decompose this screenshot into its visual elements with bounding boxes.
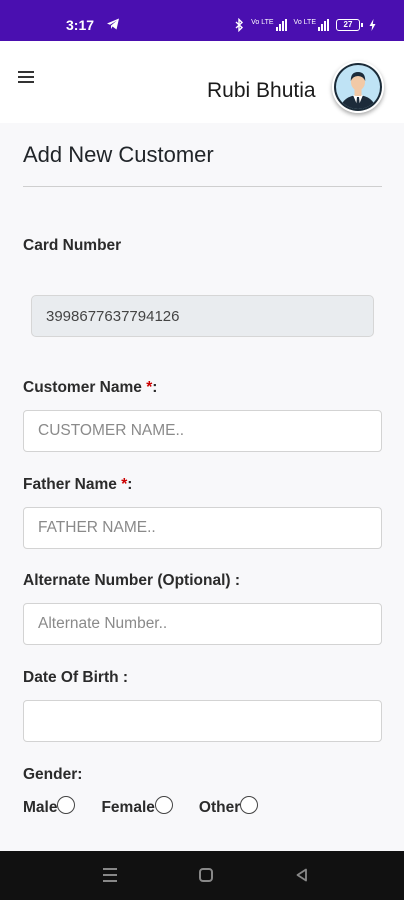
user-name: Rubi Bhutia <box>207 79 316 102</box>
label-colon: : <box>152 379 158 396</box>
back-icon[interactable] <box>295 868 309 882</box>
status-time: 3:17 <box>66 17 95 33</box>
label-colon: : <box>127 476 133 493</box>
recent-apps-icon[interactable] <box>103 868 117 882</box>
app-header: Rubi Bhutia <box>0 41 404 123</box>
status-icons: Vo LTE Vo LTE 27 <box>235 17 376 33</box>
signal-icon-1: Vo LTE <box>251 19 287 31</box>
menu-icon[interactable] <box>18 71 34 83</box>
telegram-icon <box>107 18 119 30</box>
father-name-label: Father Name *: <box>23 476 132 494</box>
female-radio[interactable] <box>154 796 173 814</box>
gender-option-other[interactable]: Other <box>198 796 259 817</box>
customer-name-label-text: Customer Name <box>23 379 147 396</box>
gender-option-label: Female <box>101 799 155 816</box>
signal-icon-2: Vo LTE <box>294 19 329 31</box>
gender-option-label: Other <box>198 799 241 816</box>
gender-option-label: Male <box>23 799 58 816</box>
date-of-birth-label: Date Of Birth : <box>23 669 129 686</box>
home-icon[interactable] <box>199 868 213 882</box>
page-title: Add New Customer <box>23 142 214 167</box>
date-of-birth-input[interactable] <box>23 700 382 742</box>
signal-label-1: Vo LTE <box>251 19 274 26</box>
battery-icon: 27 <box>336 19 363 31</box>
gender-option-female[interactable]: Female <box>101 796 173 817</box>
gender-label: Gender: <box>23 766 83 783</box>
male-radio[interactable] <box>57 796 76 814</box>
divider <box>23 186 382 187</box>
father-name-input[interactable] <box>23 507 382 549</box>
avatar[interactable] <box>332 61 384 113</box>
customer-name-label: Customer Name *: <box>23 379 157 397</box>
navigation-bar <box>0 851 404 900</box>
other-radio[interactable] <box>240 796 259 814</box>
gender-options: Male Female Other <box>23 796 284 817</box>
bluetooth-icon <box>235 18 244 32</box>
card-number-field: 3998677637794126 <box>31 295 374 337</box>
father-name-label-text: Father Name <box>23 476 122 493</box>
add-customer-form: Add New Customer Card Number 39986776377… <box>0 123 404 851</box>
status-bar: 3:17 Vo LTE Vo LTE 27 <box>0 0 404 41</box>
customer-name-input[interactable] <box>23 410 382 452</box>
charging-icon <box>369 19 376 31</box>
alternate-number-input[interactable] <box>23 603 382 645</box>
gender-option-male[interactable]: Male <box>23 796 76 817</box>
alternate-number-label: Alternate Number (Optional) : <box>23 572 241 589</box>
card-number-label: Card Number <box>23 237 122 254</box>
signal-label-2: Vo LTE <box>293 19 316 26</box>
